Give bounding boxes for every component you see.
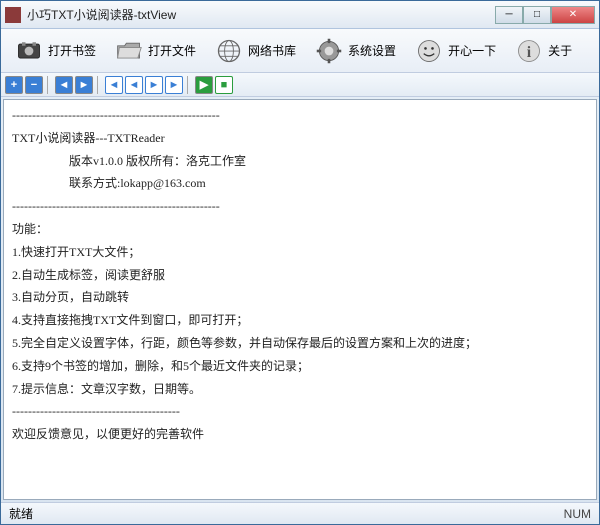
window-title: 小巧TXT小说阅读器-txtView (27, 6, 495, 23)
smile-icon (414, 36, 444, 66)
folder-icon (114, 36, 144, 66)
remove-button[interactable]: − (25, 76, 43, 94)
content-line: 5.完全自定义设置字体，行距，颜色等参数，并自动保存最后的设置方案和上次的进度； (12, 332, 588, 355)
content-line: 2.自动生成标签，阅读更舒服 (12, 264, 588, 287)
stop-button[interactable]: ■ (215, 76, 233, 94)
content-line: ----------------------------------------… (12, 195, 588, 218)
main-toolbar: 打开书签 打开文件 网络书库 系统设置 开心一下 (1, 29, 599, 73)
happy-label: 开心一下 (448, 42, 496, 59)
close-button[interactable]: ✕ (551, 6, 595, 24)
open-bookmark-label: 打开书签 (48, 42, 96, 59)
open-file-button[interactable]: 打开文件 (105, 33, 205, 69)
prev-page-button[interactable]: ◄ (125, 76, 143, 94)
content-line: 6.支持9个书签的增加，删除，和5个最近文件夹的记录； (12, 355, 588, 378)
next-page-button[interactable]: ► (145, 76, 163, 94)
content-line: 1.快速打开TXT大文件； (12, 241, 588, 264)
app-window: 小巧TXT小说阅读器-txtView ─ □ ✕ 打开书签 打开文件 网络书库 (0, 0, 600, 525)
bookmark-icon (14, 36, 44, 66)
minimize-button[interactable]: ─ (495, 6, 523, 24)
nav-toolbar: + − ◄ ► ◄ ◄ ► ► ▶ ■ (1, 73, 599, 97)
content-line: 欢迎反馈意见，以便更好的完善软件 (12, 423, 588, 446)
info-icon: i (514, 36, 544, 66)
content-line: 4.支持直接拖拽TXT文件到窗口，即可打开； (12, 309, 588, 332)
globe-icon (214, 36, 244, 66)
content-line: ----------------------------------------… (12, 400, 588, 423)
content-line: 7.提示信息：文章汉字数，日期等。 (12, 378, 588, 401)
content-line: 版本v1.0.0 版权所有：洛克工作室 (12, 150, 588, 173)
text-content[interactable]: ----------------------------------------… (3, 99, 597, 500)
content-line: ----------------------------------------… (12, 104, 588, 127)
system-settings-button[interactable]: 系统设置 (305, 33, 405, 69)
next-chapter-button[interactable]: ► (75, 76, 93, 94)
separator (187, 76, 191, 94)
open-file-label: 打开文件 (148, 42, 196, 59)
add-button[interactable]: + (5, 76, 23, 94)
happy-button[interactable]: 开心一下 (405, 33, 505, 69)
first-page-button[interactable]: ◄ (105, 76, 123, 94)
about-button[interactable]: i 关于 (505, 33, 581, 69)
about-label: 关于 (548, 42, 572, 59)
statusbar: 就绪 NUM (1, 502, 599, 524)
content-line: TXT小说阅读器---TXTReader (12, 127, 588, 150)
svg-text:i: i (527, 44, 532, 61)
play-button[interactable]: ▶ (195, 76, 213, 94)
network-library-button[interactable]: 网络书库 (205, 33, 305, 69)
gear-icon (314, 36, 344, 66)
status-text: 就绪 (9, 505, 564, 522)
open-bookmark-button[interactable]: 打开书签 (5, 33, 105, 69)
separator (47, 76, 51, 94)
content-line: 3.自动分页，自动跳转 (12, 286, 588, 309)
app-icon (5, 7, 21, 23)
content-line: 功能： (12, 218, 588, 241)
maximize-button[interactable]: □ (523, 6, 551, 24)
titlebar: 小巧TXT小说阅读器-txtView ─ □ ✕ (1, 1, 599, 29)
separator (97, 76, 101, 94)
system-settings-label: 系统设置 (348, 42, 396, 59)
prev-chapter-button[interactable]: ◄ (55, 76, 73, 94)
content-line: 联系方式:lokapp@163.com (12, 172, 588, 195)
last-page-button[interactable]: ► (165, 76, 183, 94)
network-library-label: 网络书库 (248, 42, 296, 59)
status-numlock: NUM (564, 507, 591, 521)
window-controls: ─ □ ✕ (495, 6, 595, 24)
